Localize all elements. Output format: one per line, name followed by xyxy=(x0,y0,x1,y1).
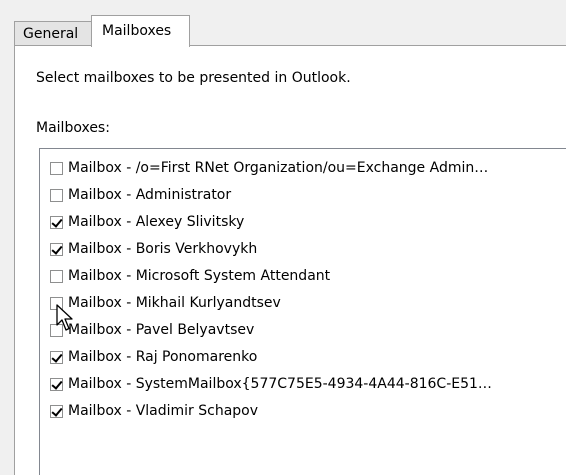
tab-mailboxes[interactable]: Mailboxes xyxy=(91,15,190,47)
list-item-label: Mailbox - Boris Verkhovykh xyxy=(68,241,258,257)
checkbox-icon[interactable] xyxy=(50,297,63,310)
checkbox-icon[interactable] xyxy=(50,216,63,229)
checkbox-icon[interactable] xyxy=(50,378,63,391)
checkbox-icon[interactable] xyxy=(50,405,63,418)
checkbox-icon[interactable] xyxy=(50,189,63,202)
checkbox-icon[interactable] xyxy=(50,243,63,256)
list-item[interactable]: Mailbox - Microsoft System Attendant xyxy=(40,263,566,290)
checkbox-icon[interactable] xyxy=(50,270,63,283)
list-item-label: Mailbox - Pavel Belyavtsev xyxy=(68,322,255,338)
instruction-text: Select mailboxes to be presented in Outl… xyxy=(36,70,351,86)
list-item[interactable]: Mailbox - Administrator xyxy=(40,182,566,209)
checkbox-icon[interactable] xyxy=(50,162,63,175)
list-item[interactable]: Mailbox - Raj Ponomarenko xyxy=(40,344,566,371)
list-item[interactable]: Mailbox - Pavel Belyavtsev xyxy=(40,317,566,344)
list-item[interactable]: Mailbox - Boris Verkhovykh xyxy=(40,236,566,263)
tab-mailboxes-label: Mailboxes xyxy=(102,23,172,39)
list-item-label: Mailbox - Administrator xyxy=(68,187,232,203)
list-item-label: Mailbox - SystemMailbox{577C75E5-4934-4A… xyxy=(68,376,492,392)
mailboxes-list-label: Mailboxes: xyxy=(36,120,110,136)
tab-general-label: General xyxy=(23,26,79,42)
mailboxes-dialog: General Mailboxes Select mailboxes to be… xyxy=(0,0,566,475)
list-item-label: Mailbox - Microsoft System Attendant xyxy=(68,268,331,284)
list-item-label: Mailbox - Vladimir Schapov xyxy=(68,403,259,419)
list-item-label: Mailbox - Alexey Slivitsky xyxy=(68,214,245,230)
tab-general[interactable]: General xyxy=(14,21,92,46)
list-item-label: Mailbox - /o=First RNet Organization/ou=… xyxy=(68,160,489,176)
list-item-label: Mailbox - Raj Ponomarenko xyxy=(68,349,258,365)
list-item[interactable]: Mailbox - Alexey Slivitsky xyxy=(40,209,566,236)
mailboxes-panel: Select mailboxes to be presented in Outl… xyxy=(14,45,566,475)
mailboxes-listbox[interactable]: Mailbox - /o=First RNet Organization/ou=… xyxy=(39,148,566,475)
list-item-label: Mailbox - Mikhail Kurlyandtsev xyxy=(68,295,281,311)
checkbox-icon[interactable] xyxy=(50,351,63,364)
list-item[interactable]: Mailbox - SystemMailbox{577C75E5-4934-4A… xyxy=(40,371,566,398)
list-item[interactable]: Mailbox - Vladimir Schapov xyxy=(40,398,566,425)
list-item[interactable]: Mailbox - Mikhail Kurlyandtsev xyxy=(40,290,566,317)
checkbox-icon[interactable] xyxy=(50,324,63,337)
list-item[interactable]: Mailbox - /o=First RNet Organization/ou=… xyxy=(40,155,566,182)
